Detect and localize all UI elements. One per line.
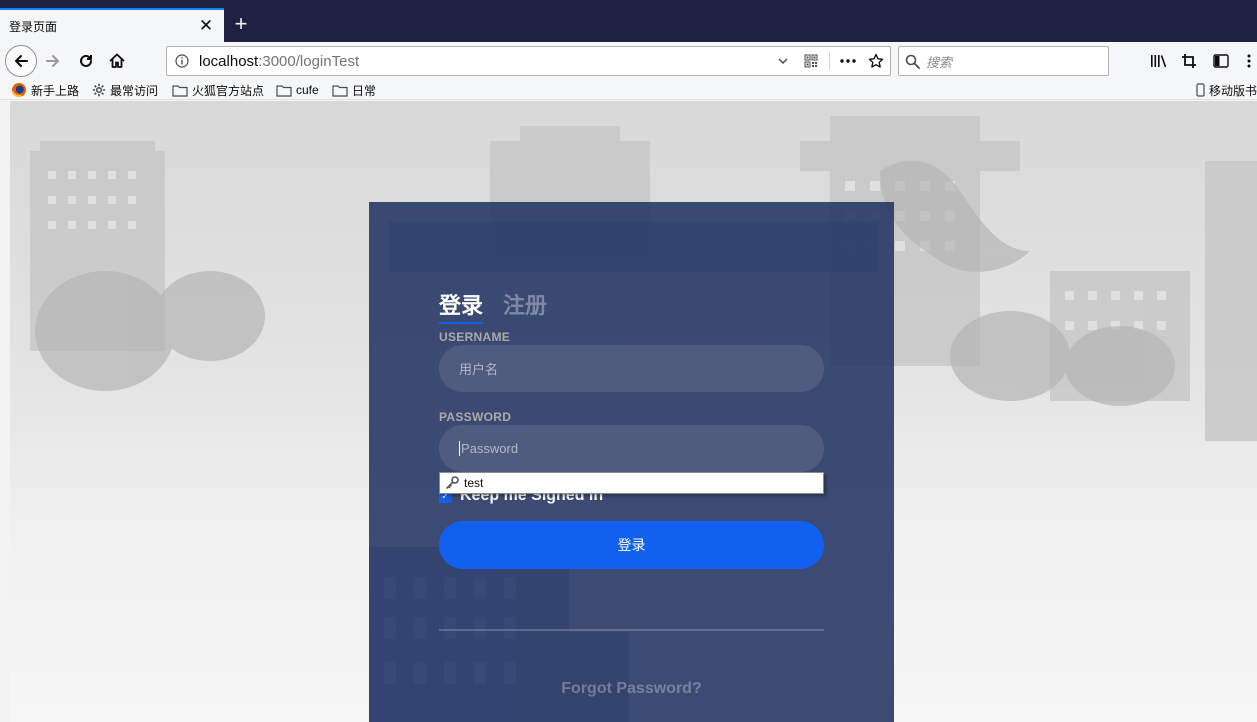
auth-tabs: 登录 注册 xyxy=(439,288,547,324)
key-icon xyxy=(445,476,459,490)
browser-tab[interactable]: 登录页面 ✕ xyxy=(0,8,224,42)
bookmark-getting-started[interactable]: 新手上路 xyxy=(11,82,79,98)
url-dropdown-icon[interactable] xyxy=(769,47,797,75)
firefox-icon xyxy=(11,83,26,97)
search-icon xyxy=(905,54,920,69)
password-autocomplete-dropdown[interactable]: test xyxy=(439,472,824,494)
divider xyxy=(439,629,824,631)
tab-strip: 登录页面 ✕ + xyxy=(0,0,1257,42)
new-tab-button[interactable]: + xyxy=(228,10,254,38)
bookmark-label: 日常 xyxy=(352,83,377,98)
text-caret xyxy=(459,441,460,456)
url-separator xyxy=(829,52,830,70)
folder-icon xyxy=(172,84,188,97)
library-button[interactable] xyxy=(1143,46,1173,76)
home-button[interactable] xyxy=(102,46,132,76)
url-bar[interactable]: localhost:3000/loginTest xyxy=(166,46,891,76)
forward-button[interactable] xyxy=(38,46,68,76)
mobile-bookmarks[interactable]: 移动版书 xyxy=(1196,82,1257,98)
search-bar[interactable]: 搜索 xyxy=(898,46,1109,76)
search-placeholder: 搜索 xyxy=(926,54,953,70)
gear-icon xyxy=(92,83,106,97)
tab-login[interactable]: 登录 xyxy=(439,288,484,324)
url-host: localhost xyxy=(199,52,259,70)
forward-arrow-icon xyxy=(46,55,59,67)
bookmark-label: 新手上路 xyxy=(31,83,80,98)
back-arrow-icon xyxy=(15,55,28,67)
bookmark-most-visited[interactable]: 最常访问 xyxy=(92,82,158,98)
password-placeholder: Password xyxy=(461,441,519,456)
qr-code-icon[interactable] xyxy=(797,47,825,75)
url-path: :3000/loginTest xyxy=(258,52,360,70)
username-label: USERNAME xyxy=(439,330,511,344)
login-submit-button[interactable]: 登录 xyxy=(439,521,824,569)
home-icon xyxy=(109,53,125,68)
navigation-bar: localhost:3000/loginTest 搜索 xyxy=(0,42,1257,80)
bookmark-folder-cufe[interactable]: cufe xyxy=(276,82,319,98)
bookmark-label: 火狐官方站点 xyxy=(192,83,265,98)
mobile-phone-icon xyxy=(1196,83,1205,97)
page-viewport: 登录 注册 USERNAME 用户名 PASSWORD Password ✓ K… xyxy=(10,101,1257,722)
password-label: PASSWORD xyxy=(439,410,512,424)
folder-icon xyxy=(332,84,348,97)
bookmarks-toolbar: 新手上路 最常访问 火狐官方站点 cufe 日常 移动版书 xyxy=(0,80,1257,100)
sidebar-button[interactable] xyxy=(1206,46,1236,76)
username-input[interactable]: 用户名 xyxy=(439,345,824,392)
back-button[interactable] xyxy=(5,45,37,77)
screenshot-button[interactable] xyxy=(1174,46,1204,76)
bookmark-label: 最常访问 xyxy=(110,83,159,98)
folder-icon xyxy=(276,84,292,97)
bookmark-star-icon[interactable] xyxy=(862,47,890,75)
crop-icon xyxy=(1182,54,1196,68)
library-icon xyxy=(1150,55,1166,68)
sidebar-icon xyxy=(1213,54,1229,68)
bookmark-firefox-sites[interactable]: 火狐官方站点 xyxy=(172,82,264,98)
close-tab-icon[interactable]: ✕ xyxy=(194,14,218,38)
bookmark-folder-daily[interactable]: 日常 xyxy=(332,82,376,98)
bookmark-label: cufe xyxy=(296,83,319,97)
login-card: 登录 注册 USERNAME 用户名 PASSWORD Password ✓ K… xyxy=(369,202,894,722)
autocomplete-option[interactable]: test xyxy=(464,476,483,490)
reload-icon xyxy=(80,54,92,67)
password-input[interactable]: Password xyxy=(439,425,824,472)
tab-signup[interactable]: 注册 xyxy=(503,288,547,324)
url-text[interactable]: localhost:3000/loginTest xyxy=(197,53,769,70)
site-info-icon[interactable] xyxy=(167,54,197,68)
reload-button[interactable] xyxy=(71,46,101,76)
menu-icon xyxy=(1247,54,1250,68)
forgot-password-link[interactable]: Forgot Password? xyxy=(369,680,894,698)
page-actions-icon[interactable] xyxy=(834,47,862,75)
menu-button[interactable] xyxy=(1240,46,1257,76)
mobile-bookmarks-label: 移动版书 xyxy=(1209,83,1257,98)
tab-title: 登录页面 xyxy=(9,19,58,34)
username-placeholder: 用户名 xyxy=(459,362,499,377)
